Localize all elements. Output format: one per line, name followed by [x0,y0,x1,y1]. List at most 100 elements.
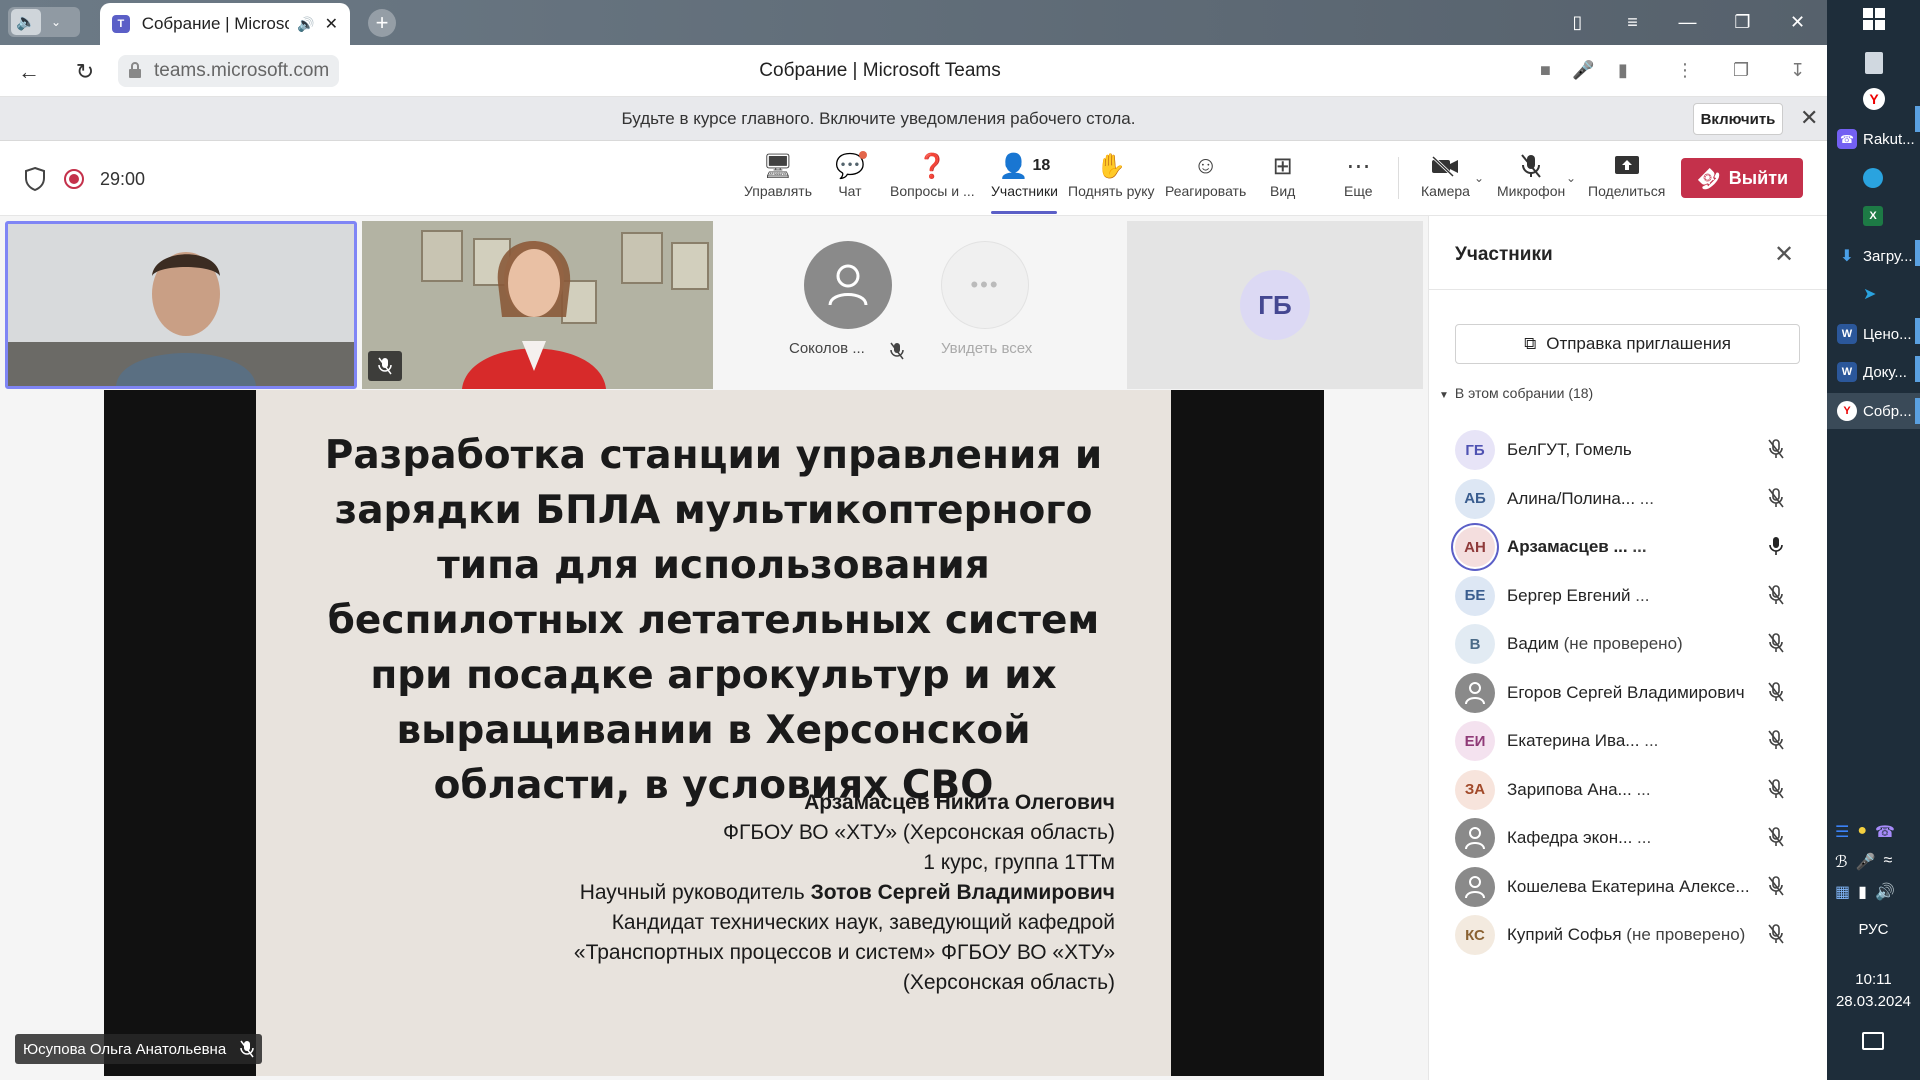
taskbar-item-meeting[interactable]: Y Собр... [1837,397,1912,425]
close-tab-icon[interactable]: ✕ [325,14,338,34]
taskbar-item-downloads[interactable]: ⬇ Загру... [1837,242,1912,270]
shield-icon[interactable] [24,166,46,192]
smiley-icon: ☺ [1193,152,1218,179]
camera-options-caret[interactable]: ⌄ [1474,171,1484,185]
mic-options-caret[interactable]: ⌄ [1566,171,1576,185]
avatar-sokolov[interactable] [804,241,892,329]
menu-icon[interactable]: ≡ [1605,0,1660,45]
leave-button[interactable]: ☎ Выйти [1681,158,1803,198]
active-tab-indicator [991,211,1057,214]
camera-button[interactable]: Камера [1421,149,1470,209]
participant-row[interactable]: ЗА Зарипова Ана... ... [1455,766,1800,814]
close-notification-icon[interactable]: ✕ [1800,105,1818,131]
new-tab-button[interactable]: + [368,9,396,37]
url-field[interactable]: teams.microsoft.com [118,55,340,87]
share-button[interactable]: Поделиться [1588,149,1665,209]
slide-org: ФГБОУ ВО «ХТУ» (Херсонская область) [723,821,1115,844]
share-screen-icon [1614,149,1640,183]
participant-row[interactable]: Егоров Сергей Владимирович [1455,669,1800,717]
windows-taskbar: Y [1827,0,1920,1080]
taskbar-open-indicator [1915,240,1920,266]
more-vertical-icon[interactable]: ⋮ [1676,60,1694,81]
participant-row[interactable]: БЕ Бергер Евгений ... [1455,572,1800,620]
wifi-icon[interactable]: ≈ [1884,852,1893,872]
video-tile-gb[interactable]: ГБ [1127,221,1423,389]
audio-playing-icon[interactable]: 🔊 [297,16,314,33]
more-button[interactable]: ⋯ Еще [1344,149,1373,209]
mic-off-icon [240,1040,254,1058]
viber-tray-icon[interactable]: ☎ [1875,822,1895,842]
view-button[interactable]: ⊞ Вид [1270,149,1295,209]
camera-off-icon [1431,149,1459,183]
participant-name-text: Арзамасцев ... [1507,537,1628,556]
participant-name-text: Кафедра экон... [1507,828,1633,847]
chat-button[interactable]: 💬 Чат [835,149,867,209]
telegram-icon[interactable] [1863,168,1883,188]
tile-name-sokolov: Соколов ... [789,340,865,357]
participant-row[interactable]: АБ Алина/Полина... ... [1455,475,1800,523]
taskbar-item-word-1[interactable]: W Ценo... [1837,320,1912,348]
participant-avatar: АБ [1455,478,1495,519]
yandex-browser-icon[interactable]: Y [1863,88,1885,110]
document-app-icon[interactable] [1865,52,1883,74]
excel-icon[interactable]: X [1863,206,1883,226]
video-tile-self[interactable] [5,221,357,389]
raise-hand-button[interactable]: ✋ Поднять руку [1068,149,1155,209]
close-panel-icon[interactable]: ✕ [1774,240,1794,269]
bluetooth-icon[interactable]: ℬ [1835,852,1848,872]
language-indicator[interactable]: РУС [1827,921,1920,938]
participant-row[interactable]: В Вадим (не проверено) [1455,620,1800,668]
participant-row[interactable]: ГБ БелГУТ, Гомель [1455,426,1800,474]
participant-row[interactable]: Кафедра экон... ... [1455,814,1800,862]
participant-row[interactable]: Кошелева Екатерина Алексе... [1455,863,1800,911]
collections-icon[interactable]: ❐ [1733,60,1749,81]
bookmark-icon[interactable]: ▮ [1618,60,1628,81]
tray-icons-row-3: ▦ ▮ 🔊 [1835,882,1895,902]
people-button[interactable]: 👤 18 Участники [991,149,1058,209]
in-meeting-section[interactable]: ▼ В этом собрании (18) [1439,385,1593,401]
see-all-button[interactable]: ••• [941,241,1029,329]
download-icon[interactable]: ↧ [1790,60,1805,81]
react-button[interactable]: ☺ Реагировать [1165,149,1246,209]
qa-button[interactable]: ❓ Вопросы и ... [890,149,975,209]
presentation-slide: Разработка станции управления и зарядки … [256,390,1171,1076]
enable-notifications-button[interactable]: Включить [1693,103,1783,135]
restore-icon[interactable]: ❐ [1715,0,1770,45]
microphone-tray-icon[interactable]: 🎤 [1856,852,1876,872]
back-arrow-icon[interactable]: ← [14,57,44,87]
slide-meta: Арзамасцев Никита Олегович ФГБОУ ВО «ХТУ… [574,788,1115,998]
participant-row[interactable]: ЕИ Екатерина Ива... ... [1455,717,1800,765]
volume-icon[interactable]: 🔊 [1875,882,1895,902]
notification-center-icon[interactable] [1862,1032,1884,1050]
mic-off-icon [1520,149,1542,183]
microphone-button[interactable]: Микрофон [1497,149,1565,209]
tab-group-button[interactable]: 🔈 ⌄ [8,7,80,37]
windows-start-icon[interactable] [1863,8,1885,30]
taskbar-item-rakuten[interactable]: ☎ Rakut... [1837,125,1915,153]
participant-row[interactable]: АН Арзамасцев ... ... [1455,523,1800,571]
mic-permission-icon[interactable]: 🎤 [1572,60,1594,81]
participant-name: БелГУТ, Гомель [1507,440,1752,460]
browser-tab-active[interactable]: T Собрание | Microsoft Teams 🔊 ✕ [100,3,350,45]
see-all-label: Увидеть всех [941,340,1033,357]
sidebar-icon[interactable]: ▯ [1550,0,1605,45]
participant-name: Арзамасцев ... ... [1507,537,1752,557]
minimize-icon[interactable]: — [1660,0,1715,45]
camera-permission-icon[interactable]: ■ [1540,60,1551,81]
meeting-toolbar: 29:00 🖥 Управлять 💬 Чат ❓ Вопросы и ... … [0,141,1827,216]
notification-bar: Будьте в курсе главного. Включите уведом… [0,97,1827,141]
send-invite-button[interactable]: ⧉ Отправка приглашения [1455,324,1800,364]
vpn-icon[interactable]: ☰ [1835,822,1849,842]
apps-grid-icon[interactable]: ▦ [1835,882,1850,902]
manage-button[interactable]: 🖥 Управлять [744,149,812,209]
system-clock[interactable]: 10:11 28.03.2024 [1827,969,1920,1013]
participant-row[interactable]: КС Куприй Софья (не проверено) [1455,911,1800,959]
video-tile-participant[interactable] [362,221,713,389]
close-window-icon[interactable]: ✕ [1770,0,1825,45]
app-tray-icon[interactable]: ● [1857,822,1867,842]
reload-icon[interactable]: ↻ [70,57,100,87]
telegram-icon[interactable]: ➤ [1863,284,1883,304]
person-icon [828,264,868,306]
battery-icon[interactable]: ▮ [1858,882,1867,902]
taskbar-item-word-2[interactable]: W Доку... [1837,358,1907,386]
